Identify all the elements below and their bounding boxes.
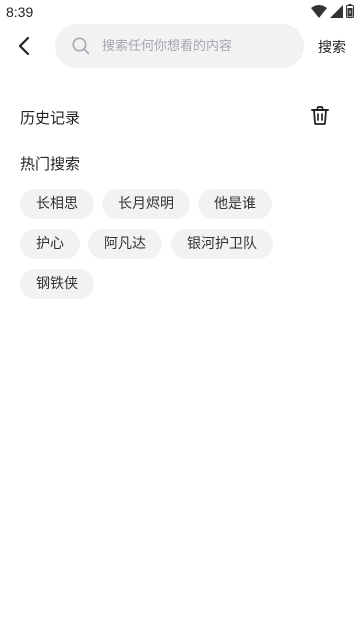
back-button[interactable] <box>12 34 36 58</box>
hot-search-tag[interactable]: 钢铁侠 <box>20 269 94 299</box>
hot-search-tag[interactable]: 阿凡达 <box>88 229 162 259</box>
history-title: 历史记录 <box>20 109 81 127</box>
wifi-icon <box>311 3 327 22</box>
search-box[interactable] <box>55 24 304 68</box>
trash-icon <box>311 105 329 125</box>
cellular-signal-icon <box>330 3 343 22</box>
status-icons <box>311 3 354 22</box>
status-bar: 8:39 <box>0 0 360 24</box>
battery-icon <box>346 3 354 22</box>
search-button[interactable]: 搜索 <box>318 37 346 57</box>
hot-search-tag[interactable]: 长月烬明 <box>102 189 190 219</box>
hot-search-title: 热门搜索 <box>20 155 81 173</box>
history-section-header: 历史记录 <box>0 100 360 132</box>
chevron-left-icon <box>18 36 30 56</box>
hot-search-tag[interactable]: 银河护卫队 <box>171 229 273 259</box>
hot-search-tag[interactable]: 护心 <box>20 229 80 259</box>
search-icon <box>72 37 90 55</box>
hot-search-tag[interactable]: 他是谁 <box>198 189 272 219</box>
search-header: 搜索 <box>0 24 360 68</box>
hot-search-tag[interactable]: 长相思 <box>20 189 94 219</box>
clear-history-button[interactable] <box>309 104 331 126</box>
search-input[interactable] <box>102 38 304 54</box>
status-time: 8:39 <box>6 4 34 20</box>
